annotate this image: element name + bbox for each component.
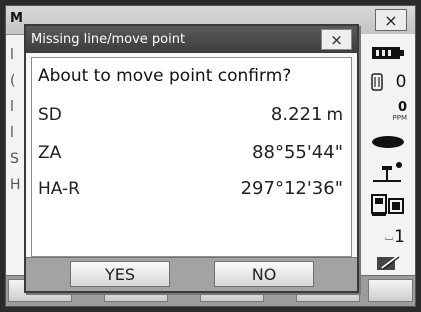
- background-left-labels: l ( l l S H: [10, 42, 21, 198]
- bg-frag-5: S: [10, 151, 19, 167]
- dialog-softkey-bar: YES NO: [26, 257, 357, 291]
- bg-frag-3: l: [10, 99, 14, 115]
- har-value: 297°12'36": [240, 178, 343, 199]
- dialog-titlebar: Missing line/move point ×: [26, 26, 357, 53]
- background-close-button[interactable]: ×: [375, 9, 407, 31]
- dialog-body: About to move point confirm? SD 8.221 m Z…: [31, 57, 352, 257]
- ppm-indicator: 0 PPM: [361, 98, 415, 124]
- status-panel: 0 0 PPM ⌴ 1: [360, 34, 415, 278]
- move-point-dialog: Missing line/move point × About to move …: [24, 24, 359, 293]
- za-value: 88°55'44": [252, 142, 343, 163]
- ppm-value: 0: [397, 99, 407, 115]
- input-mode-indicator: ⌴ 1: [361, 226, 415, 248]
- memo-pencil-icon: [361, 252, 415, 274]
- background-softkey-5[interactable]: [368, 279, 413, 302]
- no-button[interactable]: NO: [214, 261, 314, 287]
- ppm-label: PPM: [392, 113, 407, 122]
- prism-constant-indicator: 0: [361, 70, 415, 94]
- dialog-title: Missing line/move point: [31, 32, 186, 47]
- input-mode-value: 1: [394, 227, 405, 247]
- yes-button[interactable]: YES: [70, 261, 170, 287]
- background-title: M: [10, 11, 23, 26]
- sd-label: SD: [38, 105, 62, 125]
- confirm-message: About to move point confirm?: [38, 66, 292, 86]
- tilt-level-icon: [361, 158, 415, 186]
- battery-icon: [361, 42, 415, 64]
- har-label: HA-R: [38, 179, 80, 199]
- bg-frag-1: l: [10, 47, 14, 63]
- bg-frag-6: H: [10, 177, 21, 193]
- za-label: ZA: [38, 143, 62, 163]
- device-screen: M × l ( l l S H 0 0 PPM ⌴ 1 Missing line…: [5, 5, 416, 307]
- sd-unit: m: [326, 105, 343, 125]
- prism-icon: [370, 73, 383, 91]
- bg-frag-4: l: [10, 125, 14, 141]
- prism-constant-value: 0: [395, 72, 407, 92]
- sd-value-group: 8.221 m: [271, 104, 343, 125]
- input-mode-icon: ⌴: [385, 231, 394, 243]
- laser-target-icon: [361, 132, 415, 152]
- bg-frag-2: (: [10, 73, 16, 89]
- sd-value: 8.221: [270, 104, 323, 125]
- instrument-connection-icon: [361, 192, 415, 218]
- dialog-close-button[interactable]: ×: [321, 29, 352, 50]
